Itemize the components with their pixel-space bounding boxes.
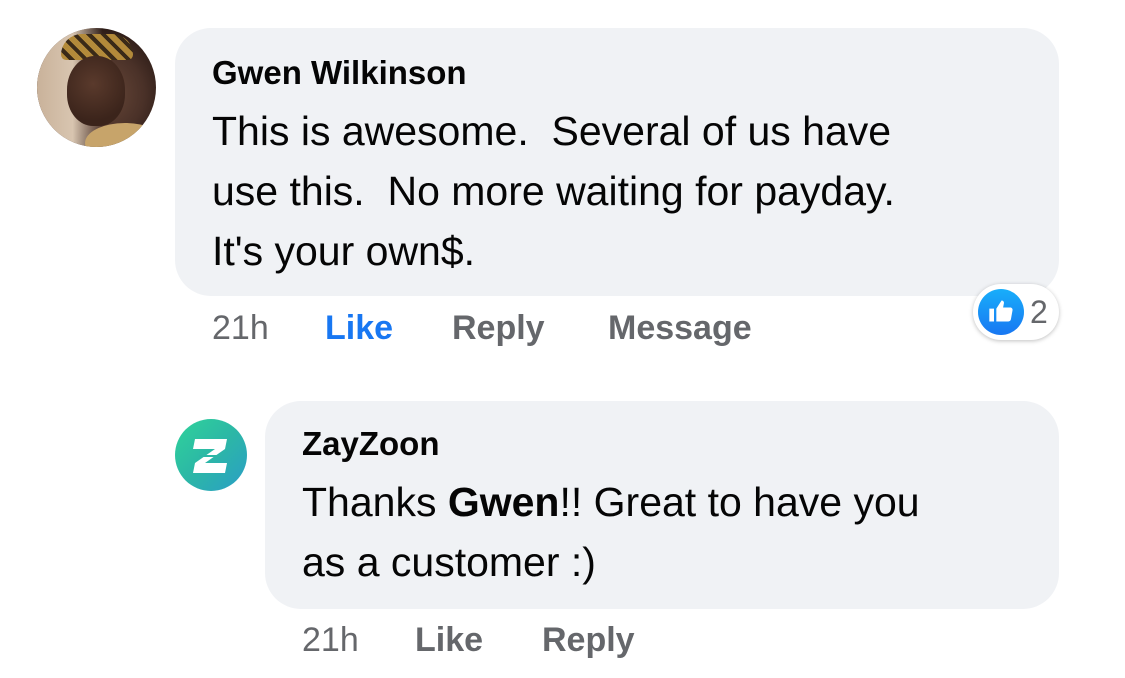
avatar-face <box>67 56 125 126</box>
avatar-zayzoon[interactable] <box>175 419 247 491</box>
zayzoon-logo-icon <box>193 439 227 473</box>
message-button[interactable]: Message <box>608 309 752 348</box>
comment-author-zayzoon[interactable]: ZayZoon <box>302 425 440 463</box>
like-button[interactable]: Like <box>325 309 393 348</box>
like-button[interactable]: Like <box>415 621 483 660</box>
comment-line: This is awesome. Several of us have <box>212 108 892 154</box>
comment-line: use this. No more waiting for payday. <box>212 168 895 214</box>
comment-author-gwen[interactable]: Gwen Wilkinson <box>212 54 467 92</box>
comment-line: Thanks Gwen!! Great to have you <box>302 472 1042 532</box>
comment-text-gwen: This is awesome. Several of us have use … <box>212 101 1042 281</box>
reaction-count: 2 <box>1030 294 1048 330</box>
comment-line: It's your own$. <box>212 228 476 274</box>
mention-gwen[interactable]: Gwen <box>448 479 560 525</box>
thumbs-up-icon <box>978 289 1024 335</box>
reply-button[interactable]: Reply <box>452 309 545 348</box>
avatar-gwen-wilkinson[interactable] <box>37 28 156 147</box>
comment-text-segment: Thanks <box>302 479 448 525</box>
reaction-summary[interactable]: 2 <box>973 284 1059 340</box>
comment-line: as a customer :) <box>302 539 596 585</box>
comment-timestamp[interactable]: 21h <box>302 621 359 660</box>
comment-text-segment: !! Great to have you <box>559 479 920 525</box>
comment-timestamp[interactable]: 21h <box>212 309 269 348</box>
comment-text-zayzoon: Thanks Gwen!! Great to have you as a cus… <box>302 472 1042 592</box>
reply-button[interactable]: Reply <box>542 621 635 660</box>
